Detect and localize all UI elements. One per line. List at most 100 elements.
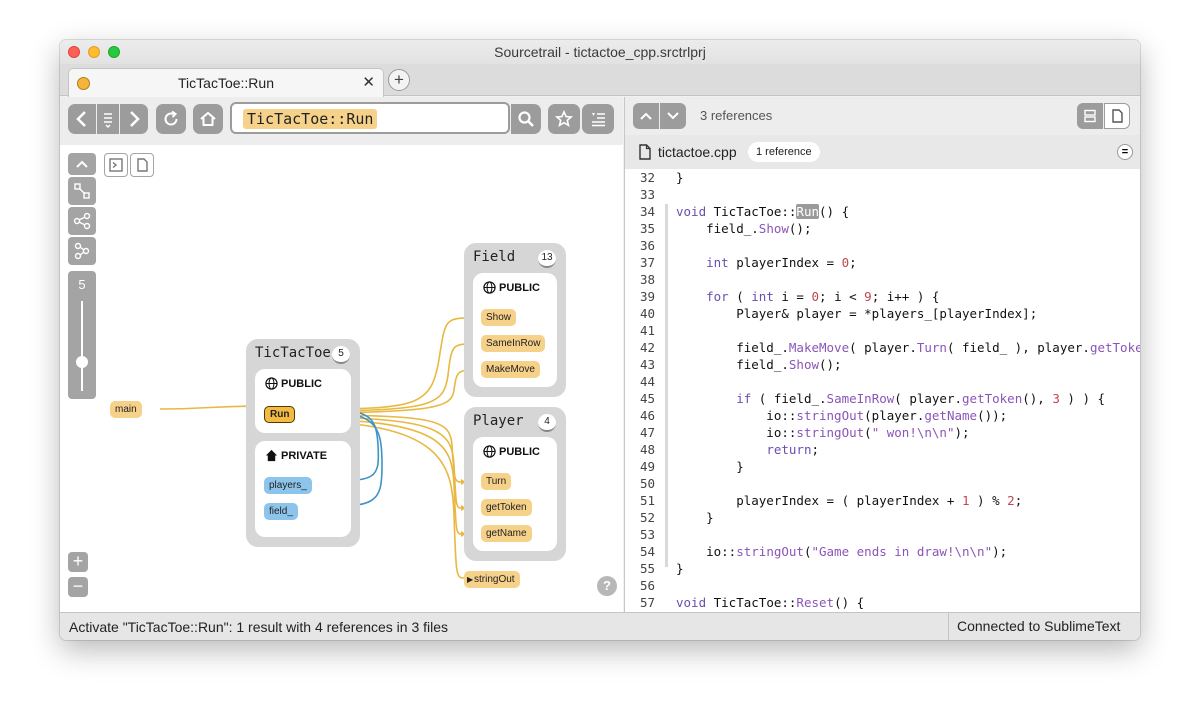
code-line-text: io::stringOut(" won!\n\n"); [676, 425, 970, 440]
code-pane: 3 references tictactoe.cpp 1 reference =… [624, 97, 1140, 612]
node-field-count[interactable]: 13 [538, 250, 556, 268]
player-public-label: PUBLIC [499, 445, 540, 458]
depth-level-label: 5 [78, 277, 86, 292]
zoom-out-button[interactable]: − [68, 577, 88, 597]
code-line: 33 [625, 186, 1140, 203]
help-button[interactable]: ? [597, 576, 617, 596]
member-show[interactable]: Show [481, 309, 517, 326]
next-reference-button[interactable] [660, 103, 686, 129]
node-main[interactable]: main [110, 401, 142, 418]
search-input[interactable]: TicTacToe::Run [230, 102, 510, 134]
graph-canvas[interactable]: 5 main TicTacToe 5 PUBLIC Run PRIVATE pl… [60, 145, 623, 612]
dependency-graph-button[interactable] [68, 207, 96, 235]
node-tictactoe-count[interactable]: 5 [332, 346, 350, 364]
node-player-title: Player [473, 413, 524, 429]
code-line: 44 [625, 373, 1140, 390]
navigation-bar: TicTacToe::Run [60, 97, 623, 145]
code-line-text: for ( int i = 0; i < 9; i++ ) { [706, 289, 940, 304]
list-mode-button[interactable] [1077, 103, 1103, 129]
code-line-text: playerIndex = ( playerIndex + 1 ) % 2; [676, 493, 1023, 508]
code-line: 37 int playerIndex = 0; [625, 254, 1140, 271]
chevron-up-icon [640, 112, 652, 120]
active-token-run[interactable]: Run [796, 204, 819, 219]
forward-button[interactable] [120, 104, 148, 134]
globe-icon [265, 377, 278, 390]
home-button[interactable] [193, 104, 223, 134]
file-icon [1112, 109, 1123, 123]
field-public-section: PUBLIC Show SameInRow MakeMove [473, 273, 557, 387]
member-players[interactable]: players_ [264, 477, 312, 494]
line-number: 51 [639, 493, 655, 508]
search-icon [518, 111, 534, 127]
bookmark-button[interactable] [548, 104, 580, 134]
depth-slider[interactable]: 5 [68, 271, 96, 399]
collapse-controls-button[interactable] [68, 153, 96, 175]
graph-pane: TicTacToe::Run 5 main TicTacToe 5 PUBLIC… [60, 97, 623, 612]
line-number: 36 [639, 238, 655, 253]
node-player[interactable]: Player 4 PUBLIC Turn getToken getName [464, 407, 566, 561]
code-view-toggle-button[interactable] [104, 153, 128, 177]
member-sameinrow[interactable]: SameInRow [481, 335, 546, 352]
line-number: 38 [639, 272, 655, 287]
refresh-button[interactable] [156, 104, 186, 134]
member-turn[interactable]: Turn [481, 473, 512, 490]
file-reference-badge: 1 reference [748, 142, 820, 162]
file-name[interactable]: tictactoe.cpp [658, 144, 737, 160]
code-line: 45 if ( field_.SameInRow( player.getToke… [625, 390, 1140, 407]
code-line: 55} [625, 560, 1140, 577]
node-player-count[interactable]: 4 [538, 414, 556, 432]
bookmarks-list-button[interactable] [582, 104, 614, 134]
tab-title: TicTacToe::Run [178, 75, 274, 91]
tab-tictactoe-run[interactable]: TicTacToe::Run ✕ [68, 68, 384, 97]
code-line: 42 field_.MakeMove( player.Turn( field_ … [625, 339, 1140, 356]
code-line-text: io::stringOut(player.getName()); [676, 408, 1008, 423]
code-line-text: field_.Show(); [676, 221, 812, 236]
minimize-window-button[interactable] [88, 46, 100, 58]
history-button[interactable] [97, 104, 119, 134]
search-button[interactable] [511, 104, 541, 134]
maximize-window-button[interactable] [108, 46, 120, 58]
call-graph-button[interactable] [68, 237, 96, 265]
member-getname[interactable]: getName [481, 525, 532, 542]
field-public-label: PUBLIC [499, 281, 540, 294]
custom-trail-button[interactable] [68, 177, 96, 205]
node-tictactoe[interactable]: TicTacToe 5 PUBLIC Run PRIVATE players_ … [246, 339, 360, 547]
previous-reference-button[interactable] [633, 103, 659, 129]
line-number: 43 [639, 357, 655, 372]
code-line-text: } [676, 170, 684, 185]
line-number: 32 [639, 170, 655, 185]
code-line: 56 [625, 577, 1140, 594]
member-field[interactable]: field_ [264, 503, 298, 520]
node-stringout[interactable]: ▶ stringOut [464, 571, 520, 588]
back-button[interactable] [68, 104, 96, 134]
tictactoe-private-header: PRIVATE [265, 449, 327, 462]
node-field-title: Field [473, 249, 516, 265]
code-view[interactable]: 32} 33 34 void TicTacToe::Run() { 35 fiel… [625, 169, 1140, 612]
depth-slider-track [81, 301, 83, 391]
code-line: 57 void TicTacToe::Reset() { [625, 594, 1140, 611]
graph-controls: 5 [68, 153, 96, 399]
member-run[interactable]: Run [264, 406, 296, 423]
tab-close-icon[interactable]: ✕ [362, 73, 375, 91]
code-line: 49 } [625, 458, 1140, 475]
code-line-text: } [676, 459, 744, 474]
node-field[interactable]: Field 13 PUBLIC Show SameInRow MakeMove [464, 243, 566, 397]
member-gettoken[interactable]: getToken [481, 499, 532, 516]
file-view-button[interactable] [130, 153, 154, 177]
code-line: 46 io::stringOut(player.getName()); [625, 407, 1140, 424]
zoom-in-button[interactable]: + [68, 552, 88, 572]
node-tictactoe-title: TicTacToe [255, 345, 331, 361]
add-tab-button[interactable]: + [388, 69, 410, 91]
search-query-token[interactable]: TicTacToe::Run [243, 109, 378, 129]
file-menu-icon[interactable]: = [1117, 144, 1133, 160]
depth-slider-handle[interactable] [76, 356, 88, 368]
code-line-text: int playerIndex = 0; [706, 255, 857, 270]
title-bar: Sourcetrail - tictactoe_cpp.srctrlprj [60, 40, 1140, 64]
line-number: 53 [639, 527, 655, 542]
tictactoe-private-label: PRIVATE [281, 449, 328, 462]
close-window-button[interactable] [68, 46, 80, 58]
member-makemove[interactable]: MakeMove [481, 361, 540, 378]
line-number: 48 [639, 442, 655, 457]
single-file-mode-button[interactable] [1104, 103, 1130, 129]
code-line: 47 io::stringOut(" won!\n\n"); [625, 424, 1140, 441]
